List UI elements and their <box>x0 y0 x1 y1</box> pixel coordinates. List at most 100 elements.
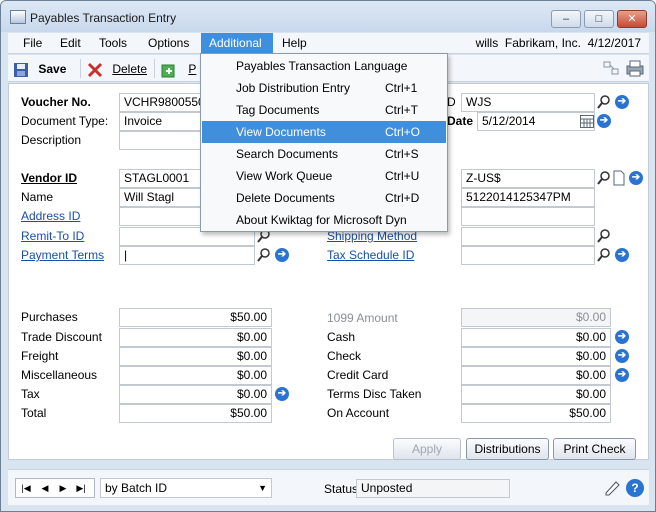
lookup-icon[interactable] <box>596 247 612 263</box>
title-bar[interactable]: Payables Transaction Entry – □ ✕ <box>1 1 655 32</box>
menu-item-label: View Documents <box>236 125 326 139</box>
expand-arrow-icon[interactable]: ➔ <box>597 114 611 128</box>
currency-field[interactable]: Z-US$ <box>461 169 595 188</box>
description-label: Description <box>21 133 82 147</box>
post-label: P <box>188 62 197 76</box>
freight-label: Freight <box>21 349 59 363</box>
check-field[interactable]: $0.00 <box>461 347 611 366</box>
last-record-icon[interactable]: ▶| <box>74 481 88 495</box>
name-label: Name <box>21 190 54 204</box>
calendar-icon[interactable] <box>580 114 594 128</box>
help-icon[interactable]: ? <box>626 479 644 497</box>
menu-tools[interactable]: Tools <box>91 33 135 54</box>
expand-arrow-icon[interactable]: ➔ <box>615 95 629 109</box>
lookup-icon[interactable] <box>596 94 612 110</box>
amount-1099-field: $0.00 <box>461 308 611 327</box>
menu-item-delete-documents[interactable]: Delete Documents Ctrl+D <box>202 187 446 209</box>
remit-link[interactable]: Remit-To ID <box>21 228 84 244</box>
menu-item-label: About Kwiktag for Microsoft Dyn <box>236 213 407 227</box>
terms-disc-field[interactable]: $0.00 <box>461 385 611 404</box>
menu-item-job-distribution[interactable]: Job Distribution Entry Ctrl+1 <box>202 77 446 99</box>
menu-item-about-kwiktag[interactable]: About Kwiktag for Microsoft Dyn <box>202 209 446 231</box>
link-icon[interactable] <box>603 61 619 75</box>
minimize-button[interactable]: – <box>551 10 581 28</box>
lookup-icon[interactable] <box>256 247 272 263</box>
payment-terms-link[interactable]: Payment Terms <box>21 247 104 263</box>
tax-field[interactable]: $0.00 <box>119 385 272 404</box>
tax-schedule-link[interactable]: Tax Schedule ID <box>327 247 414 263</box>
freight-field[interactable]: $0.00 <box>119 347 272 366</box>
expand-arrow-icon[interactable]: ➔ <box>275 387 289 401</box>
distributions-button[interactable]: Distributions <box>466 438 549 460</box>
menu-item-label: Job Distribution Entry <box>236 81 351 95</box>
document-number-field[interactable]: 5122014125347PM <box>461 188 595 207</box>
miscellaneous-label: Miscellaneous <box>21 368 98 382</box>
menu-help[interactable]: Help <box>274 33 315 54</box>
toolbar-separator <box>80 59 81 78</box>
batch-field[interactable]: WJS <box>461 93 595 112</box>
date-field[interactable]: 5/12/2014 <box>477 112 595 131</box>
app-icon <box>10 10 26 24</box>
expand-arrow-icon[interactable]: ➔ <box>275 248 289 262</box>
menu-file[interactable]: File <box>15 33 50 54</box>
apply-button[interactable]: Apply <box>393 438 461 460</box>
expand-arrow-icon[interactable]: ➔ <box>629 171 643 185</box>
save-button[interactable]: Save <box>13 60 66 78</box>
window-title: Payables Transaction Entry <box>30 11 177 25</box>
previous-record-icon[interactable]: ◀ <box>38 481 52 495</box>
sort-by-select[interactable]: by Batch ID ▼ <box>100 478 272 498</box>
on-account-field: $50.00 <box>461 404 611 423</box>
menu-item-shortcut: Ctrl+O <box>385 125 421 139</box>
post-button[interactable]: P <box>161 60 196 78</box>
maximize-button[interactable]: □ <box>584 10 614 28</box>
menu-bar: File Edit Tools Options Additional Help … <box>8 33 649 54</box>
delete-button[interactable]: Delete <box>87 60 147 78</box>
note-icon[interactable] <box>613 170 625 186</box>
cash-field[interactable]: $0.00 <box>461 328 611 347</box>
menu-item-label: Payables Transaction Language <box>236 59 408 73</box>
menu-item-search-documents[interactable]: Search Documents Ctrl+S <box>202 143 446 165</box>
menu-item-shortcut: Ctrl+D <box>385 191 420 205</box>
record-navigator: |◀ ◀ ▶ ▶| <box>15 478 95 498</box>
next-record-icon[interactable]: ▶ <box>56 481 70 495</box>
menu-item-transaction-language[interactable]: Payables Transaction Language <box>202 55 446 77</box>
menu-options[interactable]: Options <box>140 33 197 54</box>
voucher-label: Voucher No. <box>21 95 91 109</box>
lookup-icon[interactable] <box>596 170 612 186</box>
terms-disc-label: Terms Disc Taken <box>327 387 422 401</box>
menu-item-tag-documents[interactable]: Tag Documents Ctrl+T <box>202 99 446 121</box>
expand-arrow-icon[interactable]: ➔ <box>615 248 629 262</box>
tax-schedule-field[interactable] <box>461 246 595 265</box>
post-icon <box>161 62 177 78</box>
menu-item-view-documents[interactable]: View Documents Ctrl+O <box>202 121 446 143</box>
trade-discount-field[interactable]: $0.00 <box>119 328 272 347</box>
lookup-icon[interactable] <box>596 228 612 244</box>
purchases-field[interactable]: $50.00 <box>119 308 272 327</box>
miscellaneous-field[interactable]: $0.00 <box>119 366 272 385</box>
printer-icon[interactable] <box>625 58 645 78</box>
address-link[interactable]: Address ID <box>21 208 80 224</box>
expand-arrow-icon[interactable]: ➔ <box>615 368 629 382</box>
print-check-button[interactable]: Print Check <box>553 438 636 460</box>
amount-1099-label: 1099 Amount <box>327 311 398 325</box>
expand-arrow-icon[interactable]: ➔ <box>615 330 629 344</box>
delete-label: Delete <box>112 62 148 76</box>
payment-terms-field[interactable]: | <box>119 246 255 265</box>
note-edit-icon[interactable] <box>604 479 622 497</box>
status-bar: |◀ ◀ ▶ ▶| by Batch ID ▼ Status Unposted … <box>8 469 649 505</box>
close-button[interactable]: ✕ <box>617 10 647 28</box>
menu-item-view-work-queue[interactable]: View Work Queue Ctrl+U <box>202 165 446 187</box>
first-record-icon[interactable]: |◀ <box>19 481 33 495</box>
credit-card-field[interactable]: $0.00 <box>461 366 611 385</box>
vendor-label[interactable]: Vendor ID <box>21 170 77 186</box>
user-date: 4/12/2017 <box>587 36 641 50</box>
menu-additional[interactable]: Additional <box>201 33 273 54</box>
expand-arrow-icon[interactable]: ➔ <box>615 349 629 363</box>
chevron-down-icon: ▼ <box>258 483 267 493</box>
total-field: $50.00 <box>119 404 272 423</box>
po-number-field[interactable] <box>461 207 595 226</box>
menu-item-shortcut: Ctrl+1 <box>385 81 418 95</box>
menu-edit[interactable]: Edit <box>52 33 89 54</box>
shipping-method-field[interactable] <box>461 227 595 246</box>
menu-item-label: Delete Documents <box>236 191 335 205</box>
